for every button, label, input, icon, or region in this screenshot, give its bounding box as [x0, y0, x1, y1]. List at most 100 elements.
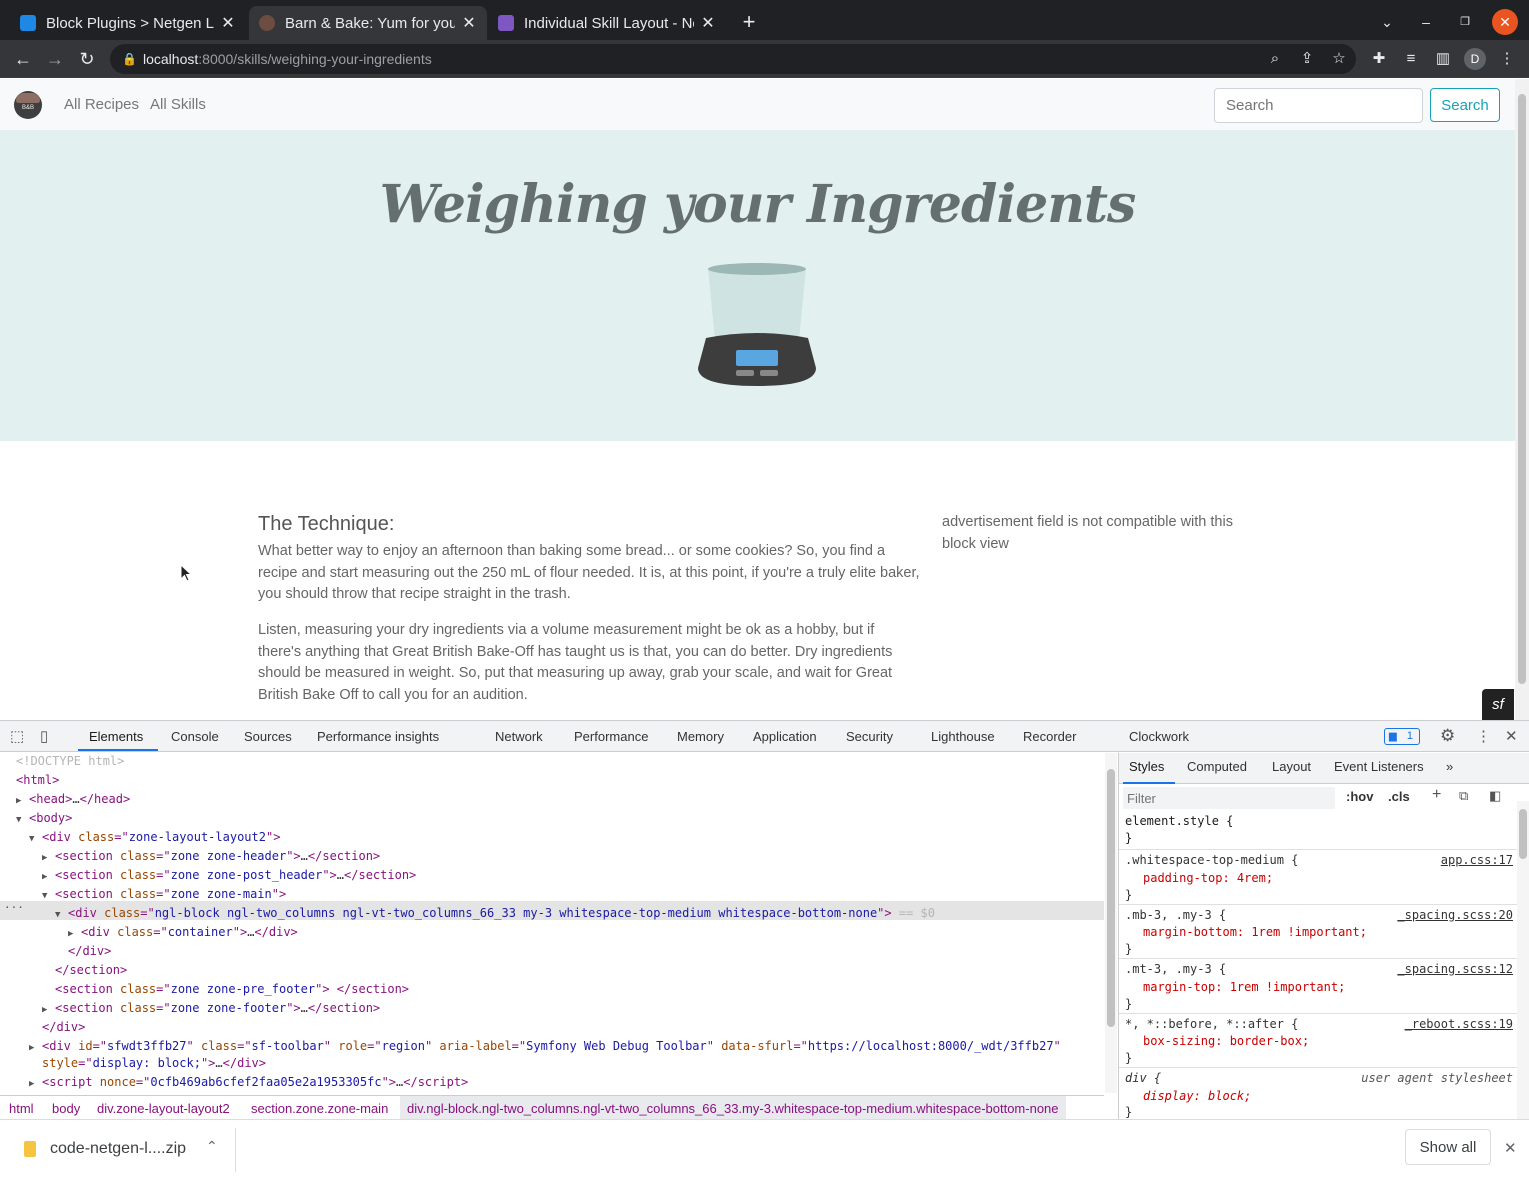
expand-toggle-icon[interactable]: ▶ [29, 1076, 42, 1093]
toggle-sidebar-icon[interactable]: ◧ [1489, 788, 1501, 804]
style-declaration[interactable]: margin-top: 1rem !important; [1143, 980, 1345, 994]
profile-avatar[interactable]: D [1464, 48, 1486, 70]
dom-node-line[interactable]: ▶ <div class="container">…</div> [68, 924, 298, 941]
breadcrumb-item-selected[interactable]: div.ngl-block.ngl-two_columns.ngl-vt-two… [400, 1096, 1066, 1120]
close-tab-icon[interactable]: ✕ [461, 13, 477, 33]
devtools-tab-performance[interactable]: Performance [574, 729, 648, 744]
style-declaration[interactable]: margin-bottom: 1rem !important; [1143, 925, 1367, 939]
devtools-close-icon[interactable]: ✕ [1505, 727, 1518, 745]
elements-scrollbar[interactable] [1105, 753, 1117, 1093]
breadcrumb-item[interactable]: div.zone-layout-layout2 [97, 1101, 230, 1116]
dom-node-line[interactable]: ▼ <section class="zone zone-main"> [42, 886, 286, 903]
minimize-button[interactable]: – [1412, 8, 1440, 36]
dom-node-line[interactable]: ▶ <section class="zone zone-post_header">… [42, 867, 416, 884]
site-search-input[interactable] [1214, 88, 1423, 123]
symfony-toolbar-toggle[interactable]: sf [1482, 689, 1514, 720]
media-control-icon[interactable]: ≡ [1400, 48, 1422, 70]
new-style-rule-icon[interactable]: + [1432, 786, 1441, 804]
dom-node-line[interactable]: <section class="zone zone-pre_footer"> <… [55, 981, 409, 998]
bookmark-star-icon[interactable]: ☆ [1328, 48, 1350, 70]
nav-link-all-recipes[interactable]: All Recipes [64, 96, 139, 113]
browser-tab[interactable]: Individual Skill Layout - Ne ✕ [488, 6, 726, 40]
devtools-tab-performance-insights[interactable]: Performance insights [317, 729, 439, 744]
devtools-tab-application[interactable]: Application [753, 729, 817, 744]
dom-node-line[interactable]: <!DOCTYPE html> [16, 753, 124, 770]
devtools-tab-clockwork[interactable]: Clockwork [1129, 729, 1189, 744]
expand-toggle-icon[interactable]: ▼ [55, 907, 68, 924]
address-bar[interactable]: 🔒 localhost:8000/skills/weighing-your-in… [110, 44, 1356, 74]
devtools-tab-security[interactable]: Security [846, 729, 893, 744]
new-tab-button[interactable]: + [735, 8, 763, 36]
forward-button[interactable]: → [41, 45, 69, 73]
layout-tab[interactable]: Layout [1272, 759, 1311, 774]
breadcrumb-item[interactable]: html [9, 1101, 34, 1116]
styles-filter-input[interactable] [1123, 787, 1335, 809]
expand-toggle-icon[interactable]: ▶ [42, 850, 55, 867]
tab-search-chevron-icon[interactable]: ⌄ [1373, 8, 1401, 36]
share-icon[interactable]: ⇪ [1296, 48, 1318, 70]
dom-node-line[interactable]: ▶ <section class="zone zone-footer">…</se… [42, 1000, 380, 1017]
dom-node-line[interactable]: ▼ <div class="zone-layout-layout2"> [29, 829, 280, 846]
expand-toggle-icon[interactable]: ▼ [42, 888, 55, 905]
devtools-tab-memory[interactable]: Memory [677, 729, 724, 744]
event-listeners-tab[interactable]: Event Listeners [1334, 759, 1424, 774]
nav-link-all-skills[interactable]: All Skills [150, 96, 206, 113]
dom-node-line[interactable]: </div> [42, 1019, 85, 1036]
expand-toggle-icon[interactable]: ▼ [16, 812, 29, 829]
inspect-element-icon[interactable]: ⬚ [10, 727, 24, 745]
devtools-settings-gear-icon[interactable]: ⚙ [1440, 726, 1455, 746]
style-rule-source-link[interactable]: _spacing.scss:12 [1397, 962, 1513, 976]
dom-node-line[interactable]: ▼ <div class="ngl-block ngl-two_columns n… [55, 905, 935, 922]
devtools-tab-elements[interactable]: Elements [89, 729, 143, 744]
devtools-tab-network[interactable]: Network [495, 729, 543, 744]
browser-tab[interactable]: Block Plugins > Netgen La ✕ [10, 6, 246, 40]
style-rule-source-link[interactable]: _reboot.scss:19 [1405, 1017, 1513, 1031]
dom-node-line[interactable]: style="display: block;">…</div> [42, 1055, 266, 1072]
zoom-icon[interactable]: ⌕ [1264, 48, 1286, 70]
expand-toggle-icon[interactable]: ▶ [42, 1002, 55, 1019]
close-tab-icon[interactable]: ✕ [220, 13, 236, 33]
expand-toggle-icon[interactable]: ▶ [42, 869, 55, 886]
dom-node-line[interactable]: ▶ <head>…</head> [16, 791, 130, 808]
style-rule-source-link[interactable]: app.css:17 [1441, 853, 1513, 867]
hov-toggle[interactable]: :hov [1346, 789, 1373, 804]
reload-button[interactable]: ↻ [73, 45, 101, 73]
close-tab-icon[interactable]: ✕ [700, 13, 716, 33]
dom-node-line[interactable]: </div> [68, 943, 111, 960]
restore-button[interactable]: ❐ [1451, 8, 1479, 36]
download-options-chevron-icon[interactable]: ⌃ [206, 1138, 218, 1155]
breadcrumb-item[interactable]: body [52, 1101, 80, 1116]
styles-scrollbar[interactable] [1517, 801, 1529, 1119]
dom-node-line[interactable]: ▶ <section class="zone zone-header">…</se… [42, 848, 380, 865]
expand-toggle-icon[interactable]: ▶ [68, 926, 81, 943]
styles-tab[interactable]: Styles [1129, 759, 1164, 774]
node-actions-ellipsis-icon[interactable]: ··· [4, 901, 24, 914]
more-tabs-chevron-icon[interactable]: » [1446, 759, 1453, 774]
breadcrumb-item[interactable]: section.zone.zone-main [251, 1101, 388, 1116]
style-declaration[interactable]: box-sizing: border-box; [1143, 1034, 1309, 1048]
dom-node-line[interactable]: <html> [16, 772, 59, 789]
site-search-button[interactable]: Search [1430, 88, 1500, 122]
close-window-button[interactable]: ✕ [1492, 9, 1518, 35]
close-downloads-shelf-icon[interactable]: ✕ [1504, 1139, 1517, 1157]
devtools-more-icon[interactable]: ⋮ [1476, 727, 1491, 745]
back-button[interactable]: ← [9, 45, 37, 73]
expand-toggle-icon[interactable]: ▶ [29, 1040, 42, 1057]
devtools-tab-lighthouse[interactable]: Lighthouse [931, 729, 995, 744]
computed-tab[interactable]: Computed [1187, 759, 1247, 774]
dom-node-line[interactable]: ▶ <div id="sfwdt3ffb27" class="sf-toolbar… [29, 1038, 1061, 1055]
devtools-tab-console[interactable]: Console [171, 729, 219, 744]
show-all-downloads-button[interactable]: Show all [1405, 1129, 1491, 1165]
dom-node-line[interactable]: ▶ <script nonce="0cfb469ab6cfef2faa05e2a1… [29, 1074, 468, 1091]
dom-node-line[interactable]: ▼ <body> [16, 810, 72, 827]
browser-menu-icon[interactable]: ⋮ [1496, 48, 1518, 70]
download-item[interactable]: code-netgen-l....zip ⌃ [12, 1128, 236, 1172]
dom-node-line[interactable]: </section> [55, 962, 127, 979]
style-rule-source-link[interactable]: _spacing.scss:20 [1397, 908, 1513, 922]
cls-toggle[interactable]: .cls [1388, 789, 1410, 804]
devtools-tab-recorder[interactable]: Recorder [1023, 729, 1076, 744]
expand-toggle-icon[interactable]: ▼ [29, 831, 42, 848]
devtools-tab-sources[interactable]: Sources [244, 729, 292, 744]
side-panel-icon[interactable]: ▥ [1432, 48, 1454, 70]
rendering-emulation-icon[interactable]: ⧉ [1459, 788, 1468, 804]
